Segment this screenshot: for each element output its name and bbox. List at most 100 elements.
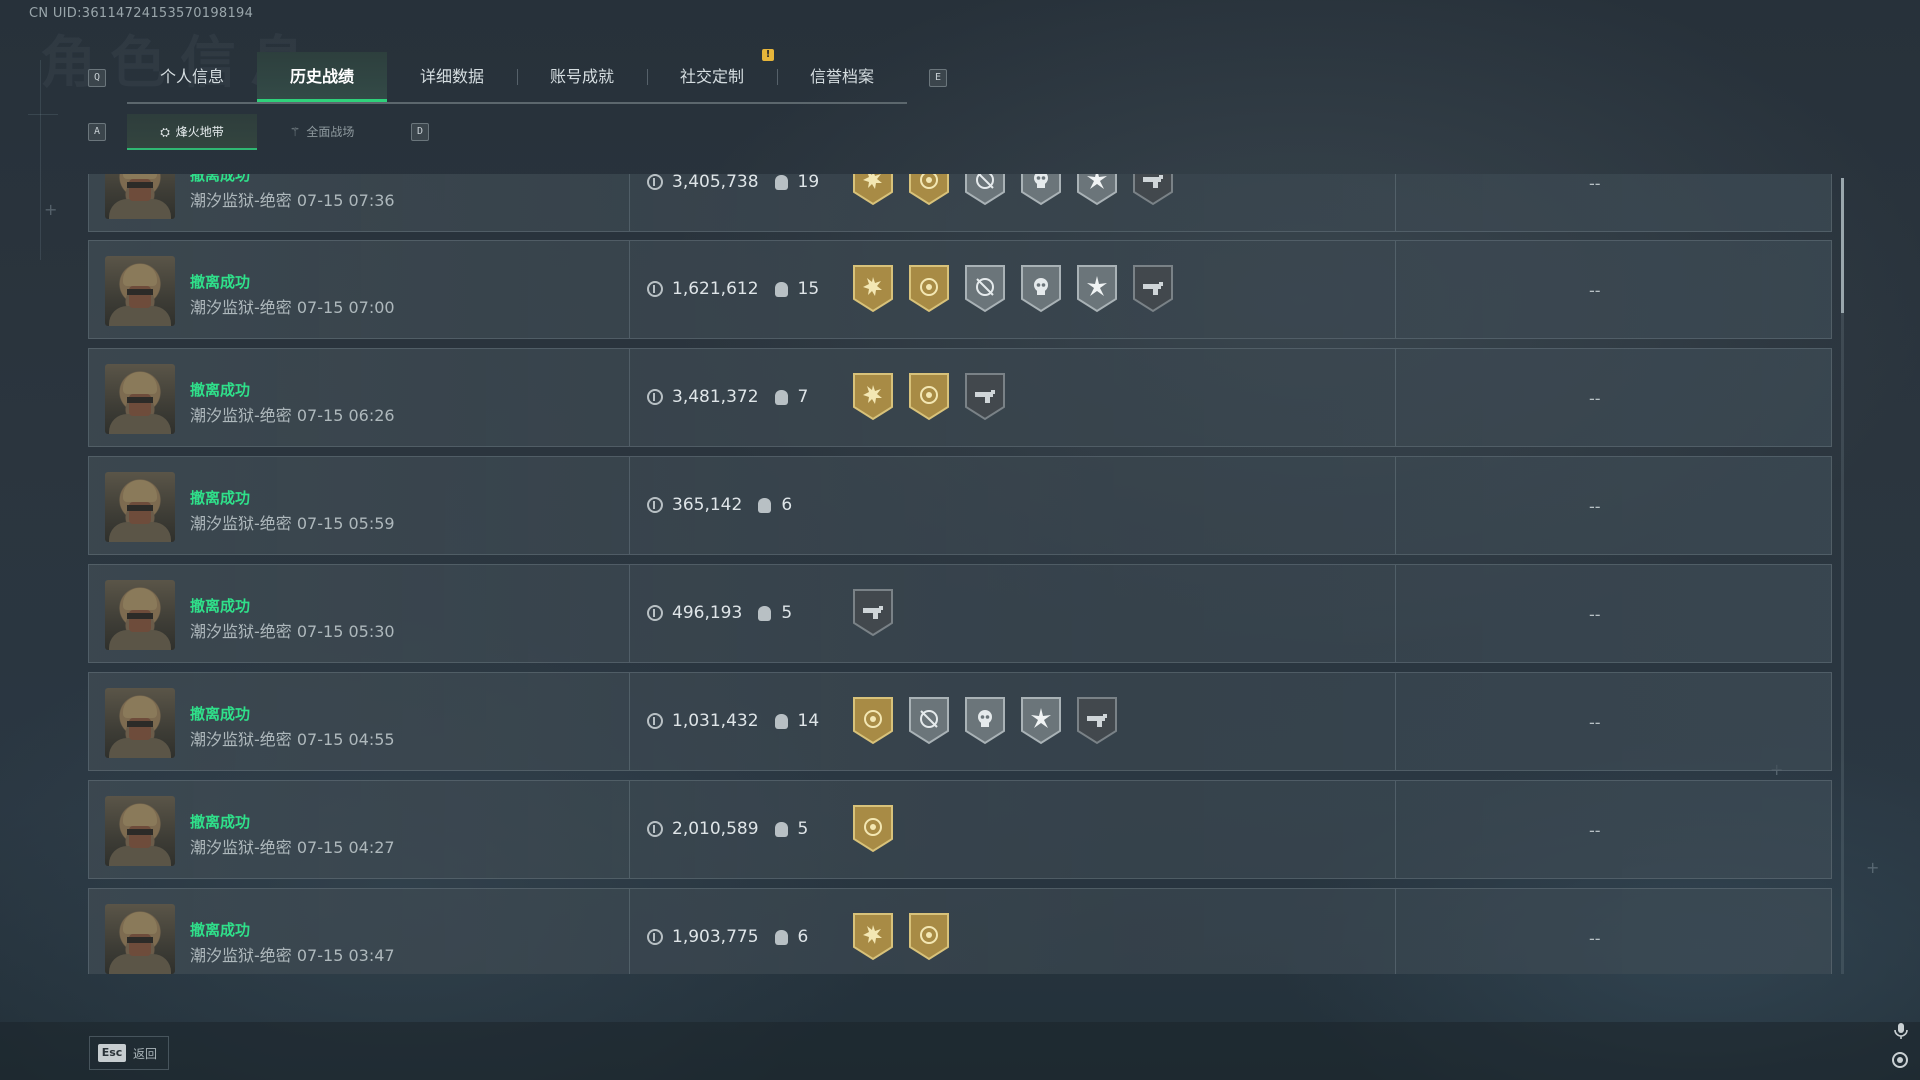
gray-skull-medal-icon[interactable] <box>963 695 1007 745</box>
gold-sun-medal-icon[interactable] <box>851 174 895 206</box>
result-placeholder: -- <box>1589 174 1601 193</box>
gold-coin-medal-icon[interactable] <box>851 803 895 853</box>
column-divider <box>1395 349 1396 446</box>
gold-coin-medal-icon[interactable] <box>907 174 951 206</box>
operator-avatar <box>105 796 175 866</box>
match-record-row[interactable]: 撤离成功 潮汐监狱-绝密 07-15 06:26 3,481,372 7 -- <box>88 348 1832 447</box>
match-record-row[interactable]: 撤离成功 潮汐监狱-绝密 07-15 07:00 1,621,612 15 -- <box>88 240 1832 339</box>
value-and-kills: 1,031,432 14 <box>647 711 819 731</box>
next-tab-key[interactable]: E <box>929 69 947 87</box>
match-record-row[interactable]: 撤离成功 潮汐监狱-绝密 07-15 05:30 496,193 5 -- <box>88 564 1832 663</box>
kill-count: 14 <box>797 711 820 731</box>
tab-credit-record[interactable]: 信誉档案 <box>777 52 907 102</box>
map-and-time: 潮汐监狱-绝密 07-15 07:00 <box>190 294 395 318</box>
result-placeholder: -- <box>1589 497 1601 516</box>
tab-detailed-data[interactable]: 详细数据 <box>387 52 517 102</box>
next-subtab-key[interactable]: D <box>411 123 429 141</box>
dark-gun-medal-icon[interactable] <box>1131 263 1175 313</box>
subtab-fire-zone[interactable]: ⛭ 烽火地带 <box>127 114 257 150</box>
match-record-row[interactable]: 撤离成功 潮汐监狱-绝密 07-15 04:27 2,010,589 5 -- <box>88 780 1832 879</box>
result-placeholder: -- <box>1589 821 1601 840</box>
extraction-status: 撤离成功 <box>190 597 251 615</box>
result-placeholder: -- <box>1589 389 1601 408</box>
extraction-status: 撤离成功 <box>190 921 251 939</box>
map-and-time: 潮汐监狱-绝密 07-15 04:55 <box>190 726 395 750</box>
match-history-list[interactable]: 撤离成功 潮汐监狱-绝密 07-15 07:36 3,405,738 19 --… <box>88 174 1832 974</box>
match-record-row[interactable]: 撤离成功 潮汐监狱-绝密 07-15 07:36 3,405,738 19 -- <box>88 174 1832 232</box>
coin-icon <box>647 929 663 945</box>
column-divider <box>629 565 630 662</box>
gray-skull-medal-icon[interactable] <box>1019 174 1063 206</box>
extraction-status: 撤离成功 <box>190 381 251 399</box>
microphone-icon[interactable] <box>1892 1022 1910 1040</box>
match-time: 07-15 07:00 <box>296 298 395 317</box>
match-time: 07-15 04:27 <box>296 838 395 857</box>
tab-personal-info[interactable]: 个人信息 <box>127 52 257 102</box>
match-record-row[interactable]: 撤离成功 潮汐监狱-绝密 07-15 03:47 1,903,775 6 -- <box>88 888 1832 974</box>
map-name: 潮汐监狱-绝密 <box>190 730 292 749</box>
tab-achievements[interactable]: 账号成就 <box>517 52 647 102</box>
medal-row <box>851 371 1019 421</box>
match-time: 07-15 03:47 <box>296 946 395 965</box>
deco-plus: + <box>1866 858 1880 877</box>
subtab-battlefield[interactable]: ⚚ 全面战场 <box>257 114 387 150</box>
map-and-time: 潮汐监狱-绝密 07-15 05:30 <box>190 618 395 642</box>
gold-coin-medal-icon[interactable] <box>907 911 951 961</box>
scrollbar[interactable] <box>1841 178 1844 974</box>
back-button[interactable]: Esc 返回 <box>89 1036 169 1070</box>
gray-crosshair-medal-icon[interactable] <box>907 695 951 745</box>
battlefield-icon: ⚚ <box>289 125 301 139</box>
column-divider <box>1395 241 1396 338</box>
dark-gun-medal-icon[interactable] <box>851 587 895 637</box>
subtab-fire-zone-label: 烽火地带 <box>175 125 224 139</box>
operator-avatar <box>105 580 175 650</box>
gold-sun-medal-icon[interactable] <box>851 911 895 961</box>
value-and-kills: 1,903,775 6 <box>647 927 808 947</box>
gray-crosshair-medal-icon[interactable] <box>963 174 1007 206</box>
kill-count: 5 <box>781 603 793 623</box>
kill-count: 19 <box>797 174 820 192</box>
prev-subtab-key[interactable]: A <box>88 123 106 141</box>
map-name: 潮汐监狱-绝密 <box>190 838 292 857</box>
map-name: 潮汐监狱-绝密 <box>190 514 292 533</box>
extraction-status: 撤离成功 <box>190 813 251 831</box>
kill-count: 15 <box>797 279 820 299</box>
dark-gun-medal-icon[interactable] <box>1131 174 1175 206</box>
extraction-status: 撤离成功 <box>190 174 251 184</box>
gold-sun-medal-icon[interactable] <box>851 263 895 313</box>
gray-burst-medal-icon[interactable] <box>1019 695 1063 745</box>
gray-skull-medal-icon[interactable] <box>1019 263 1063 313</box>
dark-gun-medal-icon[interactable] <box>963 371 1007 421</box>
match-record-row[interactable]: 撤离成功 潮汐监狱-绝密 07-15 04:55 1,031,432 14 -- <box>88 672 1832 771</box>
match-record-row[interactable]: 撤离成功 潮汐监狱-绝密 07-15 05:59 365,142 6 -- <box>88 456 1832 555</box>
medal-row <box>851 263 1187 313</box>
gray-burst-medal-icon[interactable] <box>1075 174 1119 206</box>
loot-value: 496,193 <box>672 603 743 623</box>
prev-tab-key[interactable]: Q <box>88 69 106 87</box>
coin-icon <box>647 713 663 729</box>
dark-gun-medal-icon[interactable] <box>1075 695 1119 745</box>
gray-burst-medal-icon[interactable] <box>1075 263 1119 313</box>
map-and-time: 潮汐监狱-绝密 07-15 03:47 <box>190 942 395 966</box>
settings-icon[interactable] <box>1892 1052 1908 1068</box>
gray-crosshair-medal-icon[interactable] <box>963 263 1007 313</box>
loot-value: 1,621,612 <box>672 279 759 299</box>
kill-count: 7 <box>797 387 809 407</box>
column-divider <box>629 174 630 231</box>
tab-social-custom[interactable]: 社交定制 <box>647 52 777 102</box>
scrollbar-thumb[interactable] <box>1841 178 1844 313</box>
operator-avatar <box>105 364 175 434</box>
map-name: 潮汐监狱-绝密 <box>190 946 292 965</box>
coin-icon <box>647 605 663 621</box>
value-and-kills: 496,193 5 <box>647 603 792 623</box>
coin-icon <box>647 389 663 405</box>
gold-coin-medal-icon[interactable] <box>907 371 951 421</box>
gold-sun-medal-icon[interactable] <box>851 371 895 421</box>
gold-coin-medal-icon[interactable] <box>851 695 895 745</box>
loot-value: 365,142 <box>672 495 743 515</box>
loot-value: 1,903,775 <box>672 927 759 947</box>
tab-match-history[interactable]: 历史战绩 <box>257 52 387 102</box>
gold-coin-medal-icon[interactable] <box>907 263 951 313</box>
operator-avatar <box>105 688 175 758</box>
kill-count: 5 <box>797 819 809 839</box>
